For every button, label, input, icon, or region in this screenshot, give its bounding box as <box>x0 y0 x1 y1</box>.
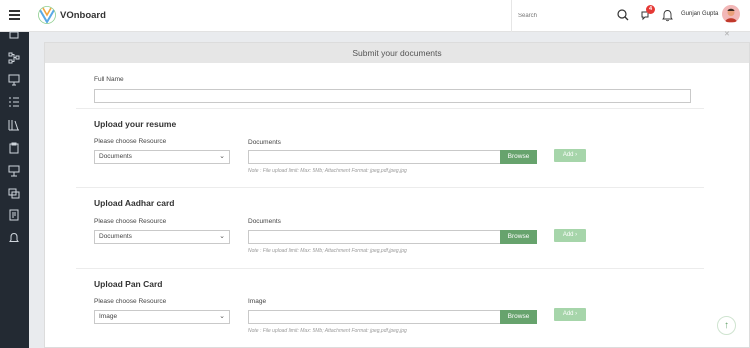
chevron-down-icon: ⌄ <box>219 153 225 160</box>
top-bar: VOnboard 4 Gunjan Gupta <box>0 0 750 32</box>
sidebar <box>0 30 29 348</box>
brand-name: VOnboard <box>60 9 106 21</box>
library-icon[interactable] <box>8 119 20 131</box>
resource-value: Image <box>99 313 118 320</box>
section-title-aadhar: Upload Aadhar card <box>94 198 175 208</box>
presentation-icon[interactable] <box>8 165 20 177</box>
resource-label: Please choose Resource <box>94 298 167 305</box>
bell-icon[interactable] <box>661 9 674 22</box>
upload-note: Note : File upload limit: Max: 5Mb; Atta… <box>248 248 407 254</box>
add-label: Add <box>562 152 574 158</box>
file-input-pan[interactable] <box>248 310 501 324</box>
add-button-resume[interactable]: Add › <box>554 149 586 162</box>
user-name[interactable]: Gunjan Gupta <box>681 11 718 17</box>
user-avatar-icon <box>722 5 740 23</box>
browse-button-aadhar[interactable]: Browse <box>500 230 537 244</box>
page-title: Submit your documents <box>45 43 749 63</box>
file-label: Documents <box>248 218 281 225</box>
resource-select-pan[interactable]: Image ⌄ <box>94 310 230 324</box>
avatar[interactable] <box>722 5 740 23</box>
add-label: Add <box>562 232 574 238</box>
upload-note: Note : File upload limit: Max: 5Mb; Atta… <box>248 168 407 174</box>
upload-note: Note : File upload limit: Max: 5Mb; Atta… <box>248 328 407 334</box>
resource-select-resume[interactable]: Documents ⌄ <box>94 150 230 164</box>
hamburger-menu-icon[interactable] <box>9 10 20 20</box>
resource-select-aadhar[interactable]: Documents ⌄ <box>94 230 230 244</box>
browse-button-pan[interactable]: Browse <box>500 310 537 324</box>
add-button-pan[interactable]: Add › <box>554 308 586 321</box>
search-icon[interactable] <box>617 9 629 21</box>
resource-value: Documents <box>99 233 132 240</box>
cards-icon[interactable] <box>8 187 20 199</box>
full-name-input[interactable] <box>94 89 691 103</box>
hierarchy-icon[interactable] <box>8 52 20 64</box>
section-title-pan: Upload Pan Card <box>94 279 163 289</box>
file-label: Image <box>248 298 267 305</box>
section-title-resume: Upload your resume <box>94 119 177 129</box>
search-box <box>511 0 631 32</box>
file-input-resume[interactable] <box>248 150 501 164</box>
add-button-aadhar[interactable]: Add › <box>554 229 586 242</box>
notification-badge: 4 <box>646 5 655 14</box>
app-logo[interactable]: VOnboard <box>37 5 106 25</box>
file-input-aadhar[interactable] <box>248 230 501 244</box>
resource-label: Please choose Resource <box>94 218 167 225</box>
divider <box>76 187 704 188</box>
chevron-down-icon: ⌄ <box>219 233 225 240</box>
add-label: Add <box>562 311 574 317</box>
browse-button-resume[interactable]: Browse <box>500 150 537 164</box>
resource-value: Documents <box>99 153 132 160</box>
report-icon[interactable] <box>8 209 20 221</box>
bell-icon[interactable] <box>8 232 20 244</box>
file-label: Documents <box>248 139 281 146</box>
clipboard-icon[interactable] <box>8 142 20 154</box>
arrow-up-icon: ↑ <box>724 320 729 331</box>
search-input[interactable] <box>512 8 612 24</box>
divider <box>76 268 704 269</box>
monitor-icon[interactable] <box>8 74 20 86</box>
resource-label: Please choose Resource <box>94 138 167 145</box>
full-name-label: Full Name <box>94 76 124 83</box>
list-icon[interactable] <box>8 96 20 108</box>
hierarchy-icon[interactable] <box>8 30 20 42</box>
chevron-down-icon: ⌄ <box>219 313 225 320</box>
scroll-to-top-button[interactable]: ↑ <box>717 316 736 335</box>
divider <box>76 108 704 109</box>
logo-icon <box>38 6 56 24</box>
close-icon[interactable]: ✕ <box>724 30 730 38</box>
